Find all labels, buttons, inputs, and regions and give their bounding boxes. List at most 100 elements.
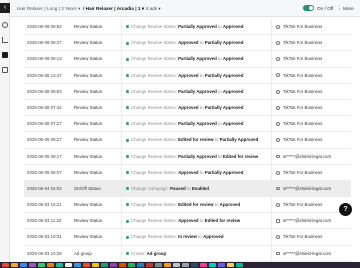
table-row[interactable]: 2025-06-08 07:42 Review Status Change Revi… bbox=[24, 99, 351, 117]
row-date: 2025-06-05 08:07 bbox=[27, 169, 62, 175]
taskbar-app-icon[interactable] bbox=[137, 263, 144, 267]
row-operator: TikTok For Business bbox=[271, 99, 351, 116]
taskbar-app-icon[interactable] bbox=[110, 263, 117, 267]
row-date: 2025-06-03 11:22 bbox=[27, 218, 62, 224]
table-row[interactable]: 2025-06-05 08:07 Review Status Change Revi… bbox=[24, 164, 351, 181]
status-dot-icon bbox=[126, 106, 129, 110]
row-activity: Change Review Status: Approved to Edited… bbox=[121, 213, 271, 229]
table-row[interactable]: 2025-06-05 09:17 Review Status Change Revi… bbox=[24, 148, 351, 165]
status-dot-icon bbox=[126, 235, 129, 239]
breadcrumb-ads[interactable]: / 4 ads ▾ bbox=[143, 6, 161, 12]
table-row[interactable]: 2025-06-09 08:27 Review Status Change Revi… bbox=[24, 35, 351, 52]
monitor-icon bbox=[276, 154, 280, 159]
taskbar-app-icon[interactable] bbox=[155, 263, 162, 267]
taskbar-app-icon[interactable] bbox=[38, 263, 45, 267]
status-dot-icon bbox=[126, 73, 129, 77]
table-row[interactable]: 2025-06-08 09:53 Review Status Change Revi… bbox=[24, 83, 351, 100]
table-row[interactable]: 2025-06-08 13:47 Review Status Change Revi… bbox=[24, 67, 351, 84]
taskbar-app-icon[interactable] bbox=[218, 263, 225, 267]
row-activity: Change Review Status: Edited for review … bbox=[121, 132, 271, 148]
status-dot-icon bbox=[126, 171, 129, 175]
row-type: Review Status bbox=[74, 153, 103, 159]
breadcrumb-adgroup[interactable]: / Hair Relaxer | Arcadia | 1 ▾ bbox=[83, 6, 144, 12]
row-operator: TikTok For Business bbox=[271, 35, 351, 51]
taskbar-app-icon[interactable] bbox=[92, 263, 99, 267]
compass-icon[interactable] bbox=[2, 22, 8, 28]
row-type: Ad group bbox=[74, 250, 92, 256]
help-button[interactable]: ? bbox=[339, 203, 352, 216]
user-icon bbox=[276, 235, 280, 240]
row-operator: st*****@shield-legal.com bbox=[271, 245, 351, 261]
row-activity: Change Review Status: Partially Approved… bbox=[121, 51, 271, 67]
table-row[interactable]: 2025-06-03 10:28 Ad group Create: Ad group… bbox=[24, 245, 351, 262]
monitor-icon bbox=[276, 219, 280, 223]
row-operator: TikTok For Business bbox=[271, 51, 351, 67]
more-button[interactable]: ⋮ More bbox=[337, 6, 354, 12]
row-date: 2025-06-08 09:53 bbox=[27, 88, 62, 94]
taskbar-app-icon[interactable] bbox=[236, 263, 243, 267]
table-row[interactable]: 2025-06-04 04:03 On/Off Status Change Camp… bbox=[24, 180, 351, 198]
row-date: 2025-06-03 10:31 bbox=[27, 234, 62, 240]
taskbar-app-icon[interactable] bbox=[47, 263, 54, 267]
document-icon[interactable] bbox=[2, 52, 8, 58]
taskbar-app-icon[interactable] bbox=[191, 263, 198, 267]
taskbar-app-icon[interactable] bbox=[56, 263, 63, 267]
row-date: 2025-06-03 16:21 bbox=[27, 202, 62, 208]
table-row[interactable]: 2025-06-03 16:21 Review Status Change Revi… bbox=[24, 197, 351, 214]
history-table: 2025-06-09 08:52 Review Status Change Revi… bbox=[24, 19, 351, 262]
row-date: 2025-06-03 10:28 bbox=[27, 250, 62, 256]
grid-icon[interactable] bbox=[2, 67, 8, 73]
table-row[interactable]: 2025-06-08 07:27 Review Status Change Revi… bbox=[24, 116, 351, 133]
taskbar-app-icon[interactable] bbox=[20, 263, 27, 267]
taskbar-app-icon[interactable] bbox=[83, 263, 90, 267]
row-operator: TikTok For Business bbox=[271, 19, 351, 35]
os-taskbar bbox=[0, 262, 360, 268]
row-type: Review Status bbox=[74, 202, 103, 208]
row-type: Review Status bbox=[74, 137, 103, 143]
taskbar-app-icon[interactable] bbox=[146, 263, 153, 267]
taskbar-app-icon[interactable] bbox=[200, 263, 207, 267]
status-dot-icon bbox=[126, 138, 129, 142]
row-date: 2025-06-08 07:27 bbox=[27, 121, 62, 127]
status-dot-icon bbox=[126, 187, 129, 191]
chart-icon[interactable] bbox=[2, 37, 8, 43]
row-date: 2025-06-08 07:42 bbox=[27, 104, 62, 110]
taskbar-app-icon[interactable] bbox=[101, 263, 108, 267]
table-row[interactable]: 2025-06-09 08:13 Review Status Change Revi… bbox=[24, 51, 351, 68]
back-icon[interactable]: ‹ bbox=[0, 3, 10, 13]
left-sidebar: ‹ bbox=[0, 0, 10, 262]
table-row[interactable]: 2025-06-03 10:31 Review Status Change Revi… bbox=[24, 229, 351, 246]
toggle-label: On / Off bbox=[317, 6, 334, 11]
taskbar-app-icon[interactable] bbox=[128, 263, 135, 267]
taskbar-app-icon[interactable] bbox=[182, 263, 189, 267]
table-row[interactable]: 2025-06-09 08:52 Review Status Change Revi… bbox=[24, 19, 351, 36]
monitor-icon bbox=[276, 251, 280, 256]
row-activity: Change Review Status: Partially Approved… bbox=[121, 83, 271, 99]
taskbar-app-icon[interactable] bbox=[119, 263, 126, 267]
top-bar: Hair Relaxer | Long | 3 Years ▾ / Hair R… bbox=[10, 0, 360, 17]
taskbar-app-icon[interactable] bbox=[65, 263, 72, 267]
table-row[interactable]: 2025-06-05 09:27 Review Status Change Revi… bbox=[24, 132, 351, 149]
taskbar-app-icon[interactable] bbox=[173, 263, 180, 267]
row-activity: Change Review Status: Approved to Partia… bbox=[121, 99, 271, 116]
taskbar-app-icon[interactable] bbox=[29, 263, 36, 267]
taskbar-app-icon[interactable] bbox=[227, 263, 234, 267]
user-icon bbox=[276, 41, 280, 46]
on-off-toggle[interactable] bbox=[303, 5, 314, 11]
user-icon bbox=[276, 73, 280, 78]
taskbar-app-icon[interactable] bbox=[209, 263, 216, 267]
table-row[interactable]: 2025-06-03 11:22 Review Status Change Revi… bbox=[24, 213, 351, 230]
taskbar-app-icon[interactable] bbox=[11, 263, 18, 267]
user-icon bbox=[276, 121, 280, 126]
row-activity: Change Review Status: Partially Approved… bbox=[121, 116, 271, 132]
taskbar-app-icon[interactable] bbox=[164, 263, 171, 267]
taskbar-app-icon[interactable] bbox=[2, 263, 9, 267]
row-date: 2025-06-09 08:27 bbox=[27, 40, 62, 46]
taskbar-app-icon[interactable] bbox=[74, 263, 81, 267]
row-activity: Change Review Status: In review to Appro… bbox=[121, 229, 271, 245]
row-operator: TikTok For Business bbox=[271, 67, 351, 83]
row-activity: Change Campaign: Paused to Enabled bbox=[121, 180, 271, 197]
row-activity: Change Review Status: Edited for review … bbox=[121, 197, 271, 213]
row-type: Review Status bbox=[74, 121, 103, 127]
breadcrumb-campaign[interactable]: Hair Relaxer | Long | 3 Years ▾ bbox=[17, 6, 80, 12]
